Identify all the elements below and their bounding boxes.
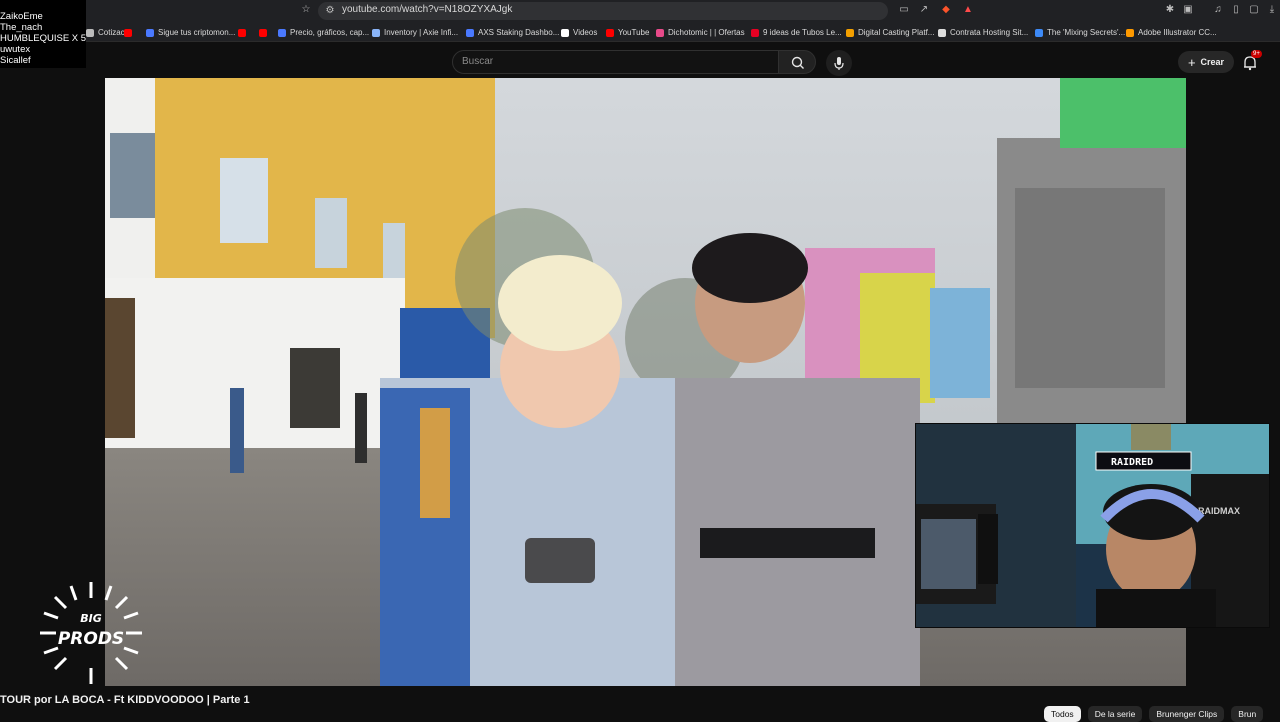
viewer-name: HUMBLEQUISE X 5 (0, 33, 87, 44)
bookmark-icon[interactable]: ☆ (300, 4, 312, 16)
create-label: Crear (1200, 57, 1225, 67)
url-text: youtube.com/watch?v=N18OZYXAJgk (342, 4, 513, 15)
bookmark-item[interactable]: Videos (561, 26, 597, 39)
bookmark-item[interactable] (124, 26, 136, 39)
bookmark-favicon-icon (372, 28, 380, 37)
bookmark-item[interactable]: Precio, gráficos, cap... (278, 26, 369, 39)
bookmark-item[interactable]: Dichotomic | | Ofertas (656, 26, 745, 39)
bookmark-favicon-icon (561, 28, 569, 37)
bookmark-label: Adobe Illustrator CC... (1138, 28, 1217, 37)
bookmark-label: AXS Staking Dashbo... (478, 28, 560, 37)
svg-text:PRODS: PRODS (58, 629, 124, 649)
bookmark-favicon-icon (751, 28, 759, 37)
search-input[interactable]: Buscar (452, 50, 779, 74)
bookmark-label: Dichotomic | | Ofertas (668, 28, 745, 37)
music-icon[interactable]: ♫ (1212, 4, 1224, 16)
search-button[interactable] (778, 50, 816, 74)
channel-logo: BIG PRODS (36, 578, 146, 688)
bookmark-label: Sigue tus criptomon... (158, 28, 236, 37)
svg-text:BIG: BIG (80, 612, 102, 625)
search-placeholder: Buscar (462, 56, 494, 67)
bookmark-favicon-icon (124, 28, 132, 37)
bookmark-item[interactable]: YouTube (606, 26, 649, 39)
bookmark-favicon-icon (606, 28, 614, 37)
bookmark-item[interactable] (238, 26, 250, 39)
big-prods-logo-icon: BIG PRODS (40, 582, 142, 684)
bookmark-item[interactable]: Adobe Illustrator CC... (1126, 26, 1217, 39)
bookmark-favicon-icon (238, 28, 246, 37)
search-icon (791, 56, 804, 69)
site-settings-icon[interactable]: ⚙ (324, 5, 336, 17)
viewer-name: Sicallef (0, 55, 31, 66)
bookmark-item[interactable]: AXS Staking Dashbo... (466, 26, 559, 39)
bookmark-item[interactable]: Sigue tus criptomon... (146, 26, 235, 39)
bookmark-favicon-icon (846, 28, 854, 37)
sidebar-icon[interactable]: ▯ (1230, 4, 1242, 16)
bookmark-label: Precio, gráficos, cap... (290, 28, 370, 37)
stream-viewer-list: ZaikoEme The_nach HUMBLEQUISE X 5 uwutex… (0, 0, 86, 68)
webcam-sign-text: RAIDRED (1111, 457, 1153, 468)
voice-search-button[interactable] (826, 50, 852, 76)
bookmark-item[interactable] (259, 26, 271, 39)
share-icon[interactable]: ↗ (918, 4, 930, 16)
webcam-overlay: RAIDRED RAIDMAX (915, 423, 1270, 628)
bookmark-favicon-icon (938, 28, 946, 37)
bookmark-favicon-icon (1126, 28, 1134, 37)
bookmark-label: The 'Mixing Secrets'... (1047, 28, 1126, 37)
bookmark-favicon-icon (656, 28, 664, 37)
browser-toolbar: ☆ ⚙ youtube.com/watch?v=N18OZYXAJgk ▭ ↗ … (0, 0, 1280, 22)
pip-icon[interactable]: ▢ (1248, 4, 1260, 16)
rewards-icon[interactable]: ▲ (962, 4, 974, 16)
chair-brand-text: RAIDMAX (1198, 506, 1240, 516)
bookmark-favicon-icon (86, 28, 94, 37)
bookmark-favicon-icon (1035, 28, 1043, 37)
viewer-name: The_nach (0, 22, 43, 33)
download-icon[interactable]: ⤓ (1266, 4, 1278, 16)
bookmark-favicon-icon (146, 28, 154, 37)
bookmarks-bar: Cotizac... Sigue tus criptomon... Precio, … (0, 22, 1280, 42)
webcam-image: RAIDRED RAIDMAX (916, 424, 1269, 627)
brave-shield-icon[interactable]: ◆ (940, 4, 952, 16)
bookmark-label: Contrata Hosting Sit... (950, 28, 1029, 37)
bookmark-label: Inventory | Axie Infi... (384, 28, 459, 37)
address-bar[interactable]: ⚙ youtube.com/watch?v=N18OZYXAJgk (318, 2, 888, 20)
bookmark-label: Videos (573, 28, 598, 37)
bookmark-label: 9 ideas de Tubos Le... (763, 28, 842, 37)
video-title: TOUR por LA BOCA - Ft KIDDVOODOO | Parte… (0, 694, 250, 706)
bookmark-favicon-icon (259, 28, 267, 37)
extensions-icon[interactable]: ✱ (1164, 4, 1176, 16)
youtube-header: Buscar + Crear 9+ (0, 42, 1280, 78)
viewer-name: ZaikoEme (0, 11, 43, 22)
viewer-name: uwutex (0, 44, 31, 55)
bookmark-favicon-icon (466, 28, 474, 37)
plus-icon: + (1187, 54, 1196, 70)
microphone-icon (834, 57, 844, 70)
bookmark-favicon-icon (278, 28, 286, 37)
notification-count-badge: 9+ (1251, 50, 1262, 58)
bookmark-label: YouTube (618, 28, 650, 37)
bookmark-item[interactable]: Inventory | Axie Infi... (372, 26, 458, 39)
bookmark-item[interactable]: Digital Casting Platf... (846, 26, 934, 39)
bookmark-item[interactable]: Contrata Hosting Sit... (938, 26, 1028, 39)
create-button[interactable]: + Crear (1178, 51, 1234, 73)
bookmark-item[interactable]: 9 ideas de Tubos Le... (751, 26, 842, 39)
bookmark-item[interactable]: The 'Mixing Secrets'... (1035, 26, 1125, 39)
bookmark-label: Digital Casting Platf... (858, 28, 935, 37)
screen-cast-icon[interactable]: ▭ (898, 4, 910, 16)
wallet-icon[interactable]: ▣ (1182, 4, 1194, 16)
